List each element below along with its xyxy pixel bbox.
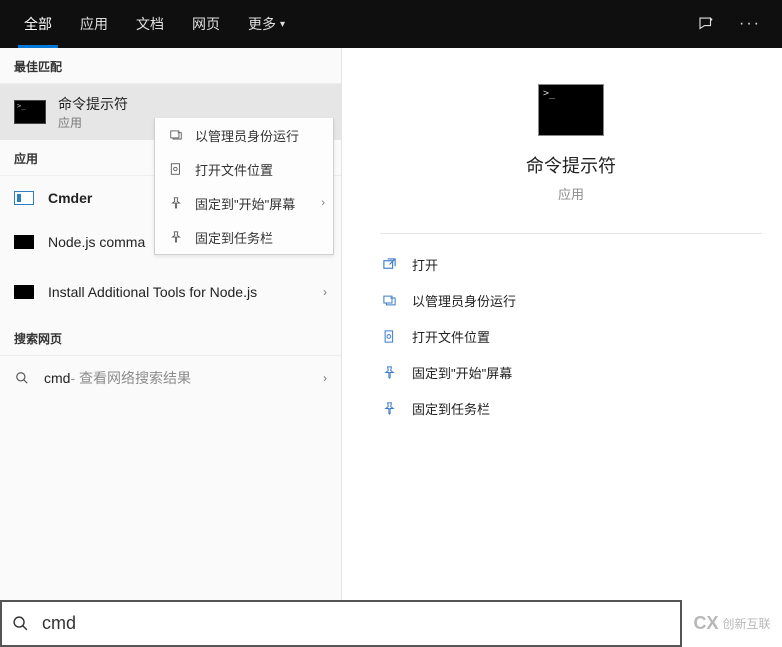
action-open[interactable]: 打开	[380, 246, 762, 282]
terminal-icon	[14, 285, 34, 299]
tab-all[interactable]: 全部	[10, 0, 66, 48]
tab-web[interactable]: 网页	[178, 0, 234, 48]
best-match-header: 最佳匹配	[0, 48, 341, 84]
detail-panel: 命令提示符 应用 打开 以管理员身份运行 打开文件位置 固定到"开始"屏	[360, 62, 782, 600]
chevron-right-icon: ›	[323, 371, 327, 385]
detail-subtitle: 应用	[558, 184, 584, 203]
watermark: CX 创新互联	[682, 600, 782, 647]
search-input[interactable]: cmd	[0, 600, 682, 647]
action-open-location[interactable]: 打开文件位置	[380, 318, 762, 354]
ctx-run-as-admin[interactable]: 以管理员身份运行	[155, 118, 333, 152]
action-list: 打开 以管理员身份运行 打开文件位置 固定到"开始"屏幕 固定到任务栏	[360, 242, 782, 430]
web-search-result[interactable]: cmd - 查看网络搜索结果 ›	[0, 356, 341, 400]
web-header: 搜索网页	[0, 320, 341, 356]
watermark-logo: CX	[693, 613, 718, 634]
action-label: 固定到任务栏	[412, 399, 490, 418]
ctx-label: 打开文件位置	[195, 160, 273, 179]
terminal-icon	[14, 235, 34, 249]
app-label: Node.js comma	[48, 234, 145, 250]
app-label: Install Additional Tools for Node.js	[48, 283, 257, 301]
action-label: 固定到"开始"屏幕	[412, 363, 512, 382]
tab-docs[interactable]: 文档	[122, 0, 178, 48]
pin-start-icon	[380, 363, 398, 381]
web-hint: - 查看网络搜索结果	[70, 368, 191, 388]
pin-start-icon	[167, 194, 185, 212]
chevron-right-icon: ›	[321, 197, 325, 209]
tab-more-label: 更多	[248, 14, 276, 34]
ctx-label: 固定到任务栏	[195, 228, 273, 247]
open-location-icon	[167, 160, 185, 178]
cmd-preview-icon	[538, 84, 604, 136]
cmder-icon	[14, 191, 34, 205]
app-result-install-tools[interactable]: Install Additional Tools for Node.js ›	[0, 264, 341, 320]
tab-apps[interactable]: 应用	[66, 0, 122, 48]
pin-taskbar-icon	[167, 228, 185, 246]
context-menu: 以管理员身份运行 打开文件位置 固定到"开始"屏幕 › 固定到任务栏	[154, 118, 334, 255]
admin-run-icon	[167, 126, 185, 144]
search-value: cmd	[42, 613, 76, 634]
action-run-as-admin[interactable]: 以管理员身份运行	[380, 282, 762, 318]
admin-run-icon	[380, 291, 398, 309]
search-icon	[12, 615, 32, 632]
tab-more[interactable]: 更多 ▾	[234, 0, 299, 48]
detail-title: 命令提示符	[526, 152, 616, 178]
action-label: 打开	[412, 255, 438, 274]
best-match-title: 命令提示符	[58, 94, 128, 114]
web-term: cmd	[44, 370, 70, 386]
ctx-label: 固定到"开始"屏幕	[195, 194, 295, 213]
pin-taskbar-icon	[380, 399, 398, 417]
top-tabs: 全部 应用 文档 网页 更多 ▾ ···	[0, 0, 782, 48]
search-icon	[14, 370, 30, 386]
more-options-icon[interactable]: ···	[728, 0, 772, 48]
action-pin-taskbar[interactable]: 固定到任务栏	[380, 390, 762, 426]
chevron-right-icon: ›	[323, 285, 327, 299]
action-label: 打开文件位置	[412, 327, 490, 346]
action-label: 以管理员身份运行	[412, 291, 516, 310]
watermark-text: 创新互联	[723, 615, 771, 632]
ctx-label: 以管理员身份运行	[195, 126, 299, 145]
ctx-open-location[interactable]: 打开文件位置	[155, 152, 333, 186]
open-location-icon	[380, 327, 398, 345]
chevron-down-icon: ▾	[280, 19, 285, 30]
feedback-icon[interactable]	[684, 0, 728, 48]
detail-preview: 命令提示符 应用	[360, 62, 782, 221]
ctx-pin-taskbar[interactable]: 固定到任务栏	[155, 220, 333, 254]
open-icon	[380, 255, 398, 273]
app-label: Cmder	[48, 190, 92, 206]
ctx-pin-start[interactable]: 固定到"开始"屏幕 ›	[155, 186, 333, 220]
best-match-subtitle: 应用	[58, 114, 128, 131]
cmd-thumbnail-icon	[14, 100, 46, 124]
divider	[380, 233, 762, 234]
action-pin-start[interactable]: 固定到"开始"屏幕	[380, 354, 762, 390]
